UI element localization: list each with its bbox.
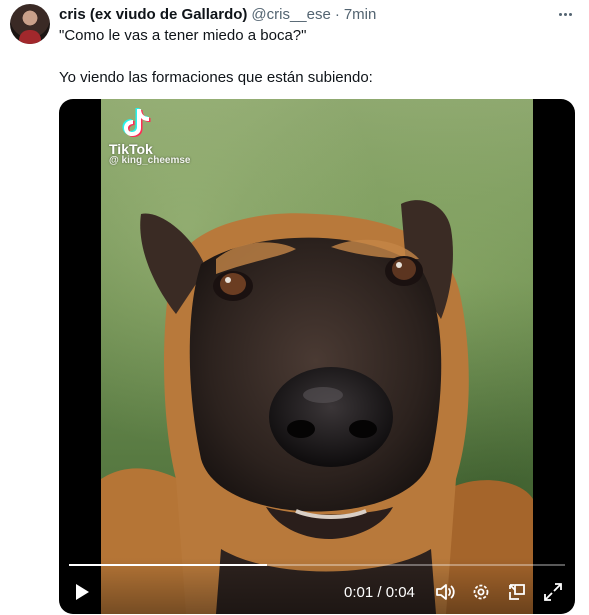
more-options-button[interactable] [555, 6, 575, 22]
video-player[interactable]: TikTok @ king_cheemse 0:01 / 0:04 [59, 99, 575, 614]
progress-bar[interactable] [69, 564, 565, 566]
video-time: 0:01 / 0:04 [344, 584, 415, 601]
progress-fill [69, 564, 268, 566]
play-icon[interactable] [73, 583, 91, 601]
display-name[interactable]: cris (ex viudo de Gallardo) [59, 6, 247, 23]
picture-in-picture-icon[interactable] [507, 582, 527, 602]
more-dots-icon [558, 12, 562, 16]
tiktok-watermark-username: @ king_cheemse [109, 155, 191, 166]
settings-gear-icon[interactable] [471, 582, 491, 602]
video-frame[interactable]: TikTok @ king_cheemse [101, 99, 533, 614]
volume-icon[interactable] [435, 582, 455, 602]
avatar[interactable] [10, 4, 50, 44]
dog-image [101, 200, 533, 614]
timestamp[interactable]: 7min [344, 6, 377, 23]
separator-dot: · [334, 5, 340, 23]
user-handle[interactable]: @cris__ese [251, 6, 330, 23]
tweet-header: cris (ex viudo de Gallardo) @cris__ese ·… [59, 5, 376, 23]
tweet-text-line-2: Yo viendo las formaciones que están subi… [59, 69, 373, 86]
avatar-shirt [19, 30, 41, 44]
fullscreen-icon[interactable] [543, 582, 563, 602]
tweet[interactable]: cris (ex viudo de Gallardo) @cris__ese ·… [0, 0, 589, 615]
tiktok-logo-icon [122, 108, 151, 137]
tweet-text-line-1: "Como le vas a tener miedo a boca?" [59, 27, 307, 44]
video-controls: 0:01 / 0:04 [59, 558, 575, 614]
